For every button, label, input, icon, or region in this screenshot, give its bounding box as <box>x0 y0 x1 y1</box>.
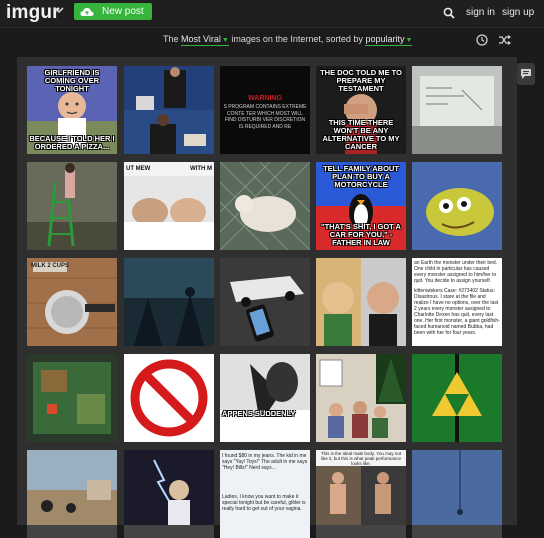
sort-dropdown[interactable]: popularity▼ <box>365 34 413 46</box>
artwork-lightning-warrior-image <box>124 450 214 525</box>
tweet-1-text: I found $80 in my jeans. The kid in me s… <box>222 453 308 471</box>
caption-text: This is the ideal male body. You may not… <box>320 451 402 466</box>
illustration-pendulum-image <box>412 450 502 525</box>
image-tile[interactable] <box>412 162 502 250</box>
photo-family-christmas-image <box>316 354 406 442</box>
cloud-upload-icon <box>80 7 94 16</box>
section-dropdown[interactable]: Most Viral▼ <box>181 34 229 46</box>
image-tile[interactable] <box>412 354 502 442</box>
image-tile[interactable]: an Earth the monster under their bed. On… <box>412 258 502 346</box>
meme-top-text: TELL FAMILY ABOUT PLAN TO BUY A MOTORCYC… <box>323 164 399 189</box>
photo-whiteboard-image <box>412 66 502 154</box>
warning-title: WARNING <box>248 95 282 102</box>
photo-bw-cartoon-image <box>220 354 310 442</box>
photo-motorcycles-street-image <box>27 450 117 525</box>
image-tile[interactable] <box>27 162 117 250</box>
meme-bottom-text: THIS TIME THERE WON'T BE ANY ALTERNATIVE… <box>322 118 400 151</box>
image-tile[interactable] <box>124 66 214 154</box>
image-tile[interactable]: WARNING S PROGRAM CONTAINS EXTREME CONTE… <box>220 66 310 154</box>
caret-down-icon: ▼ <box>221 37 229 44</box>
top-nav-bar: imgur New post sign in sign up <box>0 0 544 28</box>
chat-toggle-button[interactable] <box>517 63 535 85</box>
cartoon-vs-actor-image <box>316 258 406 346</box>
image-tile[interactable]: TELL FAMILY ABOUT PLAN TO BUY A MOTORCYC… <box>316 162 406 250</box>
meme-top-text: GIRLFRIEND IS COMING OVER TONIGHT <box>44 68 100 93</box>
sign-up-link[interactable]: sign up <box>502 7 534 18</box>
warning-body: S PROGRAM CONTAINS EXTREME CONTE TER WHI… <box>223 104 307 130</box>
clock-icon[interactable] <box>476 33 488 46</box>
prohibited-sign-image <box>124 354 214 442</box>
meme-image-sleeping-cats <box>124 162 214 250</box>
sign-in-link[interactable]: sign in <box>466 7 495 18</box>
photo-tv-show-image <box>124 66 214 154</box>
meme-bottom-text: APPENS SUDDENLY <box>222 409 296 418</box>
sort-description: The Most Viral▼ images on the Internet, … <box>163 34 413 46</box>
measure-label-cups: 2 CUPS <box>47 263 70 269</box>
imgur-logo[interactable]: imgur <box>6 2 60 24</box>
new-post-button[interactable]: New post <box>74 3 152 20</box>
measure-label-milk: MILK <box>31 263 46 269</box>
cartoon-fish-image <box>412 162 502 250</box>
sort-prefix: The <box>163 34 179 44</box>
search-icon[interactable] <box>443 6 455 19</box>
prompt-text: an Earth the monster under their bed. On… <box>414 260 498 284</box>
triforce-art-image <box>412 354 502 442</box>
image-tile[interactable]: MILK 2 CUPS <box>27 258 117 346</box>
meme-bottom-text: BECAUSE I TOLD HER I ORDERED A PIZZA... <box>29 134 115 151</box>
photo-dog-fence-image <box>220 162 310 250</box>
image-tile[interactable] <box>27 354 117 442</box>
photo-ladder-image <box>27 162 117 250</box>
tweet-2-text: Ladies, I know you want to make it speci… <box>222 494 306 512</box>
image-tile[interactable] <box>124 354 214 442</box>
movie-still-stormy-image <box>124 258 214 346</box>
sort-bar: The Most Viral▼ images on the Internet, … <box>0 28 544 52</box>
image-tile[interactable]: THE DOC TOLD ME TO PREPARE MY TESTAMENT … <box>316 66 406 154</box>
caret-down-icon: ▼ <box>405 37 413 44</box>
image-grid: GIRLFRIEND IS COMING OVER TONIGHT BECAUS… <box>17 57 517 538</box>
chat-icon <box>521 69 531 79</box>
image-tile[interactable] <box>412 66 502 154</box>
meme-top-text: THE DOC TOLD ME TO PREPARE MY TESTAMENT <box>320 68 402 93</box>
image-tile[interactable] <box>220 162 310 250</box>
shuffle-icon[interactable] <box>498 33 511 45</box>
game-screenshot-image <box>27 354 117 442</box>
story-text: kittenwiskers Case: #273402 Status: Disa… <box>414 288 500 336</box>
photo-car-phone-image <box>220 258 310 346</box>
meme-top-text-right: WITH M <box>190 166 212 172</box>
image-tile[interactable] <box>316 354 406 442</box>
photo-pan-pouring-image <box>27 258 117 346</box>
chevron-down-icon[interactable] <box>54 6 66 18</box>
measure-label: MILK 2 CUPS <box>31 262 115 270</box>
sort-mode-label: popularity <box>365 34 405 44</box>
image-tile[interactable] <box>220 258 310 346</box>
meme-bottom-text: "THAT'S SHIT, I GOT A CAR FOR YOU." -FAT… <box>321 222 401 247</box>
image-tile[interactable] <box>124 258 214 346</box>
image-tile[interactable]: GIRLFRIEND IS COMING OVER TONIGHT BECAUS… <box>27 66 117 154</box>
section-label: Most Viral <box>181 34 221 44</box>
sort-middle-text: images on the Internet, sorted by <box>231 34 363 44</box>
image-tile[interactable]: APPENS SUDDENLY <box>220 354 310 442</box>
image-tile[interactable]: UT MEW WITH M <box>124 162 214 250</box>
new-post-label: New post <box>102 6 144 17</box>
image-tile[interactable] <box>316 258 406 346</box>
